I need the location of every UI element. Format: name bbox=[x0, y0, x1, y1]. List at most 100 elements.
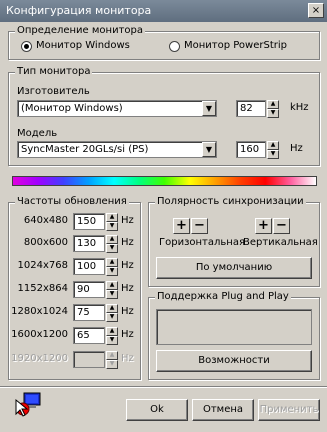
spin-down-icon[interactable]: ▼ bbox=[267, 109, 279, 118]
spin-down-icon[interactable]: ▼ bbox=[106, 336, 118, 345]
hsync-input[interactable]: 82 bbox=[236, 100, 266, 117]
refresh-input-800x600[interactable]: 130 bbox=[73, 235, 105, 252]
vsync-value: 160 bbox=[240, 144, 260, 155]
radio-windows-monitor[interactable] bbox=[21, 41, 32, 52]
cancel-button[interactable]: Отмена bbox=[192, 399, 254, 421]
refresh-value: 90 bbox=[77, 284, 90, 295]
vsync-unit: Hz bbox=[290, 143, 303, 154]
resolution-label-800x600: 800x600 bbox=[23, 237, 68, 248]
spin-up-icon[interactable]: ▲ bbox=[106, 213, 118, 222]
spin-down-icon[interactable]: ▼ bbox=[106, 267, 118, 276]
spin-up-icon[interactable]: ▲ bbox=[106, 235, 118, 244]
footer-separator bbox=[0, 386, 327, 388]
ok-button[interactable]: Ok bbox=[126, 399, 188, 421]
horizontal-label: Горизонтальная bbox=[159, 237, 245, 248]
apply-button[interactable]: Применить bbox=[258, 399, 320, 421]
refresh-spinner-1920x1200: ▲ ▼ bbox=[106, 351, 118, 369]
refresh-input-1600x1200[interactable]: 65 bbox=[73, 327, 105, 344]
hz-unit: Hz bbox=[121, 283, 134, 294]
spin-up-icon[interactable]: ▲ bbox=[267, 141, 279, 150]
spin-up-icon[interactable]: ▲ bbox=[106, 281, 118, 290]
hz-unit: Hz bbox=[121, 329, 134, 340]
refresh-spinner-800x600[interactable]: ▲ ▼ bbox=[106, 235, 118, 253]
refresh-spinner-640x480[interactable]: ▲ ▼ bbox=[106, 213, 118, 231]
radio-windows-monitor-label: Монитор Windows bbox=[36, 40, 130, 51]
spin-up-icon[interactable]: ▲ bbox=[106, 304, 118, 313]
refresh-rates-group-title: Частоты обновления bbox=[15, 196, 129, 207]
vsync-input[interactable]: 160 bbox=[236, 141, 266, 158]
model-label: Модель bbox=[17, 128, 58, 139]
pnp-group: Поддержка Plug and Play Возможности bbox=[148, 291, 320, 380]
manufacturer-value: (Монитор Windows) bbox=[21, 103, 123, 114]
horizontal-plus-button[interactable]: + bbox=[173, 218, 190, 234]
color-spectrum-bar bbox=[12, 176, 317, 186]
refresh-input-1280x1024[interactable]: 75 bbox=[73, 304, 105, 321]
radio-powerstrip-monitor-label: Монитор PowerStrip bbox=[184, 40, 287, 51]
manufacturer-select[interactable]: (Монитор Windows) bbox=[17, 100, 217, 117]
model-select[interactable]: SyncMaster 20GLs/si (PS) bbox=[17, 141, 217, 158]
vertical-plus-button[interactable]: + bbox=[255, 218, 272, 234]
refresh-spinner-1152x864[interactable]: ▲ ▼ bbox=[106, 281, 118, 299]
detect-group-title: Определение монитора bbox=[15, 25, 146, 36]
hsync-spinner[interactable]: ▲ ▼ bbox=[267, 100, 279, 118]
spin-down-icon[interactable]: ▼ bbox=[106, 244, 118, 253]
refresh-input-1152x864[interactable]: 90 bbox=[73, 281, 105, 298]
hz-unit: Hz bbox=[121, 237, 134, 248]
refresh-input-1920x1200 bbox=[73, 351, 105, 368]
hz-unit: Hz bbox=[121, 260, 134, 271]
model-value: SyncMaster 20GLs/si (PS) bbox=[21, 144, 149, 155]
monitor-type-group: Тип монитора Изготовитель (Монитор Windo… bbox=[8, 66, 320, 166]
manufacturer-label: Изготовитель bbox=[17, 86, 90, 97]
spin-down-icon[interactable]: ▼ bbox=[106, 222, 118, 231]
refresh-rates-group: Частоты обновления 640x480 150 ▲ ▼ Hz 800… bbox=[8, 196, 141, 380]
model-dropdown-button[interactable]: ▼ bbox=[202, 142, 216, 157]
radio-powerstrip-monitor[interactable] bbox=[169, 41, 180, 52]
detect-group: Определение монитора Монитор Windows Мон… bbox=[8, 25, 320, 60]
hz-unit: Hz bbox=[121, 353, 134, 364]
window-title: Конфигурация монитора bbox=[6, 4, 152, 17]
hz-unit: Hz bbox=[121, 306, 134, 317]
resolution-label-1152x864: 1152x864 bbox=[17, 283, 68, 294]
monitor-pointer-icon bbox=[14, 392, 42, 418]
pnp-group-title: Поддержка Plug and Play bbox=[155, 291, 291, 302]
spin-up-icon[interactable]: ▲ bbox=[106, 327, 118, 336]
sync-polarity-group-title: Полярность синхронизации bbox=[155, 196, 306, 207]
spin-down-icon[interactable]: ▼ bbox=[267, 150, 279, 159]
spin-down-icon[interactable]: ▼ bbox=[106, 313, 118, 322]
close-button[interactable]: × bbox=[308, 3, 324, 18]
spin-up-icon: ▲ bbox=[106, 351, 118, 360]
spin-down-icon[interactable]: ▼ bbox=[106, 290, 118, 299]
horizontal-minus-button[interactable]: − bbox=[191, 218, 208, 234]
hz-unit: Hz bbox=[121, 215, 134, 226]
default-button[interactable]: По умолчанию bbox=[156, 257, 312, 279]
resolution-label-1024x768: 1024x768 bbox=[17, 260, 68, 271]
vertical-minus-button[interactable]: − bbox=[273, 218, 290, 234]
hsync-unit: kHz bbox=[290, 102, 309, 113]
resolution-label-1920x1200: 1920x1200 bbox=[11, 353, 68, 364]
refresh-value: 75 bbox=[77, 307, 90, 318]
resolution-label-1600x1200: 1600x1200 bbox=[11, 329, 68, 340]
title-bar: Конфигурация монитора × bbox=[0, 0, 327, 22]
capabilities-button[interactable]: Возможности bbox=[156, 350, 312, 372]
refresh-spinner-1280x1024[interactable]: ▲ ▼ bbox=[106, 304, 118, 322]
refresh-spinner-1600x1200[interactable]: ▲ ▼ bbox=[106, 327, 118, 345]
refresh-value: 130 bbox=[77, 238, 97, 249]
vsync-spinner[interactable]: ▲ ▼ bbox=[267, 141, 279, 159]
spin-up-icon[interactable]: ▲ bbox=[267, 100, 279, 109]
manufacturer-dropdown-button[interactable]: ▼ bbox=[202, 101, 216, 116]
vertical-label: Вертикальная bbox=[243, 237, 318, 248]
refresh-spinner-1024x768[interactable]: ▲ ▼ bbox=[106, 258, 118, 276]
resolution-label-1280x1024: 1280x1024 bbox=[11, 306, 68, 317]
spin-up-icon[interactable]: ▲ bbox=[106, 258, 118, 267]
monitor-type-group-title: Тип монитора bbox=[15, 66, 93, 77]
pnp-info-area bbox=[156, 309, 312, 345]
radio-selected-dot bbox=[24, 44, 29, 49]
refresh-input-1024x768[interactable]: 100 bbox=[73, 258, 105, 275]
refresh-value: 100 bbox=[77, 261, 97, 272]
refresh-value: 65 bbox=[77, 330, 90, 341]
spin-down-icon: ▼ bbox=[106, 360, 118, 369]
sync-polarity-group: Полярность синхронизации + − Горизонталь… bbox=[148, 196, 320, 287]
refresh-value: 150 bbox=[77, 216, 97, 227]
refresh-input-640x480[interactable]: 150 bbox=[73, 213, 105, 230]
resolution-label-640x480: 640x480 bbox=[23, 215, 68, 226]
